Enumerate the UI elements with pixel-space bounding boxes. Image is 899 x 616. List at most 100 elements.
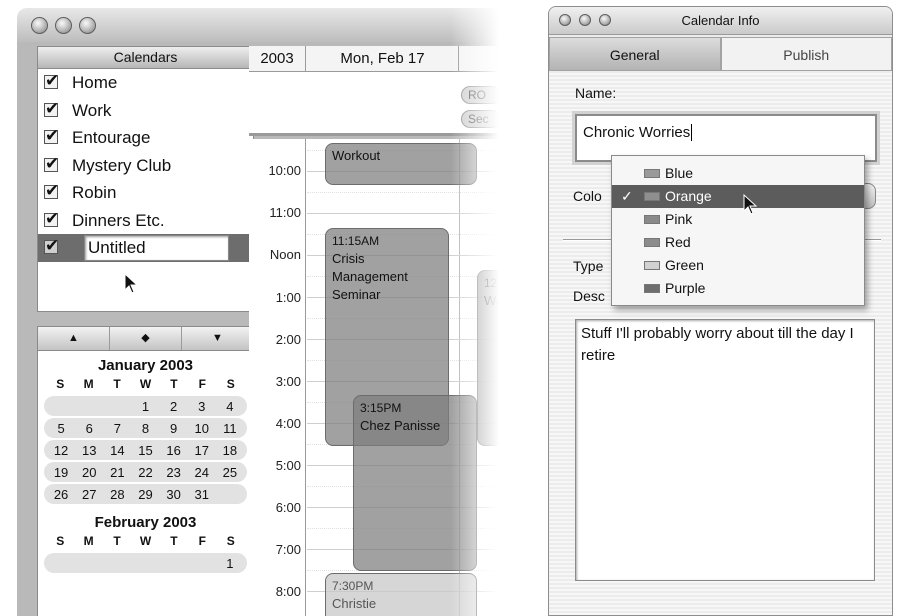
calendar-name-edit-field[interactable]: Untitled: [84, 235, 229, 261]
all-day-area: RO Sec: [249, 72, 499, 136]
calendar-item-work[interactable]: Work: [38, 95, 253, 125]
calendar-checkbox[interactable]: [44, 177, 59, 204]
menu-item-label: Green: [665, 257, 704, 273]
window-title: Calendar Info: [681, 13, 760, 28]
event-christie[interactable]: 7:30PM Christie: [325, 573, 477, 616]
color-swatch: [644, 261, 660, 270]
hour-label: 7:00: [275, 542, 301, 557]
minimize-window-button[interactable]: [579, 14, 591, 26]
calendar-info-window: Calendar Info General Publish Name: Chro…: [548, 6, 893, 616]
calendar-checkbox[interactable]: [44, 205, 59, 232]
color-swatch: [644, 238, 660, 247]
week-row[interactable]: 19 20 21 22 23 24 25: [44, 462, 247, 482]
checkmark-icon: ✓: [621, 188, 633, 204]
color-option-green[interactable]: Green: [612, 254, 864, 277]
ical-window: Calendars Home Work Entourage Mystery Cl…: [17, 8, 499, 616]
calendar-item-entourage[interactable]: Entourage: [38, 122, 253, 152]
event-time: 7:30PM: [332, 579, 374, 593]
all-day-event[interactable]: Sec: [461, 110, 499, 128]
info-title-bar: Calendar Info: [549, 7, 892, 35]
color-label: Colo: [573, 188, 602, 204]
day-grid: 10:00 11:00 Noon 1:00 2:00 3:00 4:00 5:0…: [249, 139, 499, 616]
zoom-window-button[interactable]: [599, 14, 611, 26]
menu-item-label: Orange: [665, 188, 712, 204]
hour-label: 1:00: [275, 290, 301, 305]
color-menu: Blue ✓ Orange Pink Red Green Purple: [611, 155, 865, 306]
week-row[interactable]: 12 13 14 15 16 17 18: [44, 440, 247, 460]
event-title: Chez Panisse: [360, 418, 441, 433]
name-label: Name:: [575, 85, 617, 101]
previous-month-button[interactable]: ▲: [38, 327, 110, 350]
calendars-pane: Calendars Home Work Entourage Mystery Cl…: [37, 46, 254, 312]
calendar-checkbox[interactable]: [44, 67, 59, 94]
calendar-name-value: Chronic Worries: [583, 124, 691, 141]
calendar-item-label: Work: [72, 100, 112, 120]
hour-label: 10:00: [268, 163, 301, 178]
calendar-checkbox[interactable]: [44, 122, 59, 149]
calendar-item-home[interactable]: Home: [38, 67, 253, 97]
tab-publish[interactable]: Publish: [720, 37, 892, 71]
all-day-event[interactable]: RO: [461, 86, 499, 104]
hour-label: 6:00: [275, 500, 301, 515]
mini-month-nav: ▲ ◆ ▼: [38, 327, 253, 351]
menu-item-label: Purple: [665, 280, 706, 296]
color-option-blue[interactable]: Blue: [612, 162, 864, 185]
week-row[interactable]: 26 27 28 29 30 31: [44, 484, 247, 504]
event-chez-panisse[interactable]: 3:15PM Chez Panisse: [353, 395, 477, 571]
color-swatch: [644, 284, 660, 293]
color-option-orange[interactable]: ✓ Orange: [612, 185, 864, 208]
next-month-button[interactable]: ▼: [182, 327, 253, 350]
info-tabs: General Publish: [549, 37, 892, 71]
zoom-window-button[interactable]: [79, 17, 96, 34]
month-title-february: February 2003: [94, 514, 197, 531]
event-clipped[interactable]: 12: We Me: [477, 270, 499, 446]
event-title: Workout: [332, 148, 381, 163]
calendar-checkbox[interactable]: [44, 150, 59, 177]
weekday-header: SMTWTFS: [56, 377, 235, 391]
today-button[interactable]: ◆: [110, 327, 182, 350]
menu-item-label: Blue: [665, 165, 694, 181]
hour-label: 8:00: [275, 584, 301, 599]
month-title-january: January 2003: [97, 357, 194, 374]
calendar-checkbox[interactable]: [44, 95, 59, 122]
color-option-purple[interactable]: Purple: [612, 277, 864, 300]
color-option-pink[interactable]: Pink: [612, 208, 864, 231]
description-field[interactable]: Stuff I'll probably worry about till the…: [575, 319, 875, 581]
menu-item-label: Pink: [665, 211, 693, 227]
hour-label: Noon: [269, 247, 301, 262]
mouse-pointer-icon: [124, 273, 139, 294]
hour-label: 3:00: [275, 374, 301, 389]
description-label: Desc: [573, 288, 605, 304]
event-time: 3:15PM: [360, 401, 402, 415]
calendar-item-mystery-club[interactable]: Mystery Club: [38, 150, 253, 180]
tab-general[interactable]: General: [549, 37, 721, 71]
hour-label: 5:00: [275, 458, 301, 473]
color-option-red[interactable]: Red: [612, 231, 864, 254]
hour-label: 2:00: [275, 332, 301, 347]
hour-label: 4:00: [275, 416, 301, 431]
event-title: Christie: [332, 596, 377, 611]
calendar-item-untitled[interactable]: Untitled: [38, 232, 253, 262]
calendar-item-dinners[interactable]: Dinners Etc.: [38, 205, 253, 235]
color-swatch: [644, 215, 660, 224]
calendar-item-label: Dinners Etc.: [72, 210, 165, 230]
week-row[interactable]: 1234: [44, 396, 247, 416]
calendar-item-robin[interactable]: Robin: [38, 177, 253, 207]
week-row[interactable]: 1: [44, 553, 247, 573]
close-window-button[interactable]: [31, 17, 48, 34]
week-row[interactable]: 5 6 7 8 9 10 11: [44, 418, 247, 438]
calendars-header: Calendars: [38, 47, 253, 69]
event-time: 12:: [484, 276, 499, 290]
date-label[interactable]: Mon, Feb 17: [307, 46, 459, 72]
color-swatch: [644, 169, 660, 178]
minimize-window-button[interactable]: [55, 17, 72, 34]
event-workout[interactable]: Workout: [325, 143, 477, 185]
event-title: Crisis Management Seminar: [332, 251, 408, 302]
mouse-pointer-icon: [743, 194, 758, 215]
calendar-checkbox[interactable]: [44, 232, 59, 259]
year-label: 2003: [249, 46, 306, 72]
calendar-item-label: Home: [72, 73, 118, 92]
close-window-button[interactable]: [559, 14, 571, 26]
weekday-header: SMTWTFS: [56, 534, 235, 548]
mini-month-pane: ▲ ◆ ▼ January 2003 SMTWTFS 1234 5 6 7 8 9 10 1…: [37, 326, 254, 616]
